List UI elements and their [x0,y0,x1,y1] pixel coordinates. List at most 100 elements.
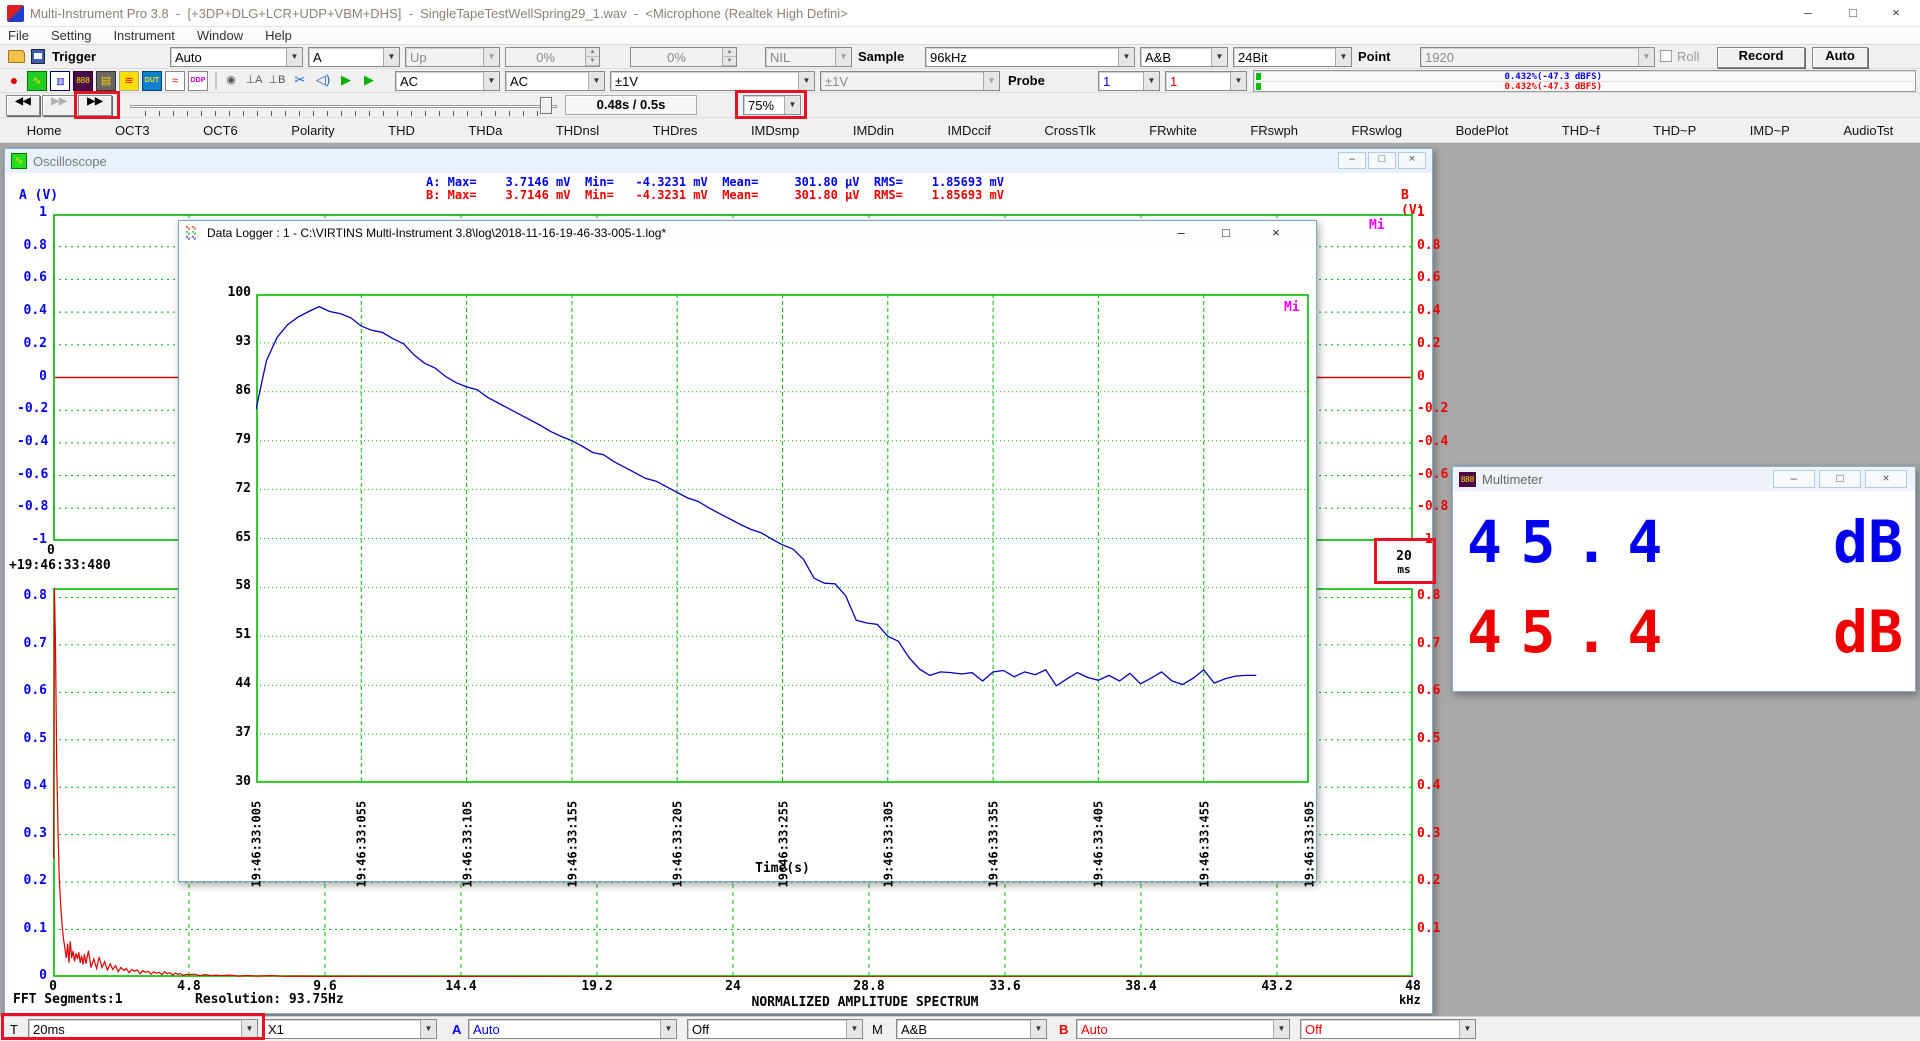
oscilloscope-icon[interactable]: ∿ [27,71,47,91]
a-range-select[interactable]: Auto▼ [468,1019,677,1039]
close-button[interactable]: × [1874,0,1918,26]
toolbar-playback: ◀◀ ▶▶ ▶▶ 0.48s / 0.5s 75%▼ [0,93,1920,118]
sampling-channels-select[interactable]: A&B▼ [1140,47,1228,67]
waveform-ytick-a: 0.6 [17,271,47,285]
forward-button: ▶▶ [42,95,76,116]
tab-oct3[interactable]: OCT3 [109,121,156,140]
menu-item-window[interactable]: Window [197,28,243,43]
play-icon[interactable]: ▶ [336,71,356,91]
multiplier-select[interactable]: X1▼ [263,1019,437,1039]
record-button[interactable]: Record [1717,47,1805,68]
waveform-x-zero-label: 0 [47,543,55,558]
data-logger-plot[interactable] [256,294,1309,783]
tab-imdsmp[interactable]: IMDsmp [745,121,805,140]
multimeter-icon[interactable]: 888 [73,71,93,91]
probe-calibration-icon[interactable]: ◉ [221,71,241,91]
waveform-ytick-a: -0.8 [17,500,47,514]
roll-label: Roll [1677,49,1699,64]
b-range-select[interactable]: Auto▼ [1076,1019,1290,1039]
marker-a-icon[interactable]: ⊥A [244,71,264,91]
tab-thd~p[interactable]: THD~P [1647,121,1702,140]
close-button[interactable]: × [1261,225,1291,240]
ddp-viewer-icon[interactable]: DDP [188,71,208,91]
spectrum-xtick: 38.4 [1117,980,1165,994]
separator [215,72,217,90]
data-logger-xtick: 19:46:33:255 [776,788,789,888]
auto-button[interactable]: Auto [1812,47,1868,68]
m-channels-select[interactable]: A&B▼ [896,1019,1047,1039]
probe-a-select[interactable]: 1▼ [1098,71,1160,91]
tab-bodeplot[interactable]: BodePlot [1450,121,1515,140]
minimize-button[interactable]: – [1786,0,1830,26]
tab-oct6[interactable]: OCT6 [197,121,244,140]
chevron-down-icon: ▼ [1335,48,1351,66]
save-icon[interactable] [31,49,45,64]
maximize-button[interactable]: □ [1819,470,1861,488]
coupling-a-select[interactable]: AC▼ [395,71,500,91]
tab-thdres[interactable]: THDres [647,121,704,140]
oscilloscope-icon: ∿ [11,153,27,169]
close-button[interactable]: × [1865,470,1907,488]
sound-output-icon[interactable]: ◁) [313,71,333,91]
minimize-button[interactable]: – [1166,225,1196,240]
cut-icon[interactable]: ✂ [290,71,310,91]
spectrum-analyzer-icon[interactable]: ▥ [50,71,70,91]
menu-item-instrument[interactable]: Instrument [113,28,174,43]
position-slider-track[interactable] [130,105,557,108]
tab-frswlog[interactable]: FRswlog [1346,121,1409,140]
data-logger-xtick: 19:46:33:105 [460,788,473,888]
a-function-select[interactable]: Off▼ [687,1019,863,1039]
tab-imddin[interactable]: IMDdin [847,121,900,140]
tab-thd~f[interactable]: THD~f [1556,121,1606,140]
tab-frswph[interactable]: FRswph [1244,121,1304,140]
maximize-button[interactable]: □ [1368,152,1396,169]
tab-frwhite[interactable]: FRwhite [1143,121,1203,140]
spectrum-ytick-left: 0.1 [17,922,47,936]
range-a-select[interactable]: ±1V▼ [610,71,815,91]
oscilloscope-title-bar[interactable]: ∿ Oscilloscope – □ × [5,149,1432,173]
maximize-button[interactable]: □ [1831,0,1875,26]
minimize-button[interactable]: – [1773,470,1815,488]
sampling-rate-select[interactable]: 96kHz▼ [925,47,1135,67]
spectrum-3d-plot-icon[interactable]: ▤ [96,71,116,91]
tab-imdccif[interactable]: IMDccif [942,121,997,140]
minimize-button[interactable]: – [1338,152,1366,169]
coupling-b-select[interactable]: AC▼ [505,71,605,91]
menu-item-help[interactable]: Help [265,28,292,43]
dut-icon[interactable]: DUT [142,71,162,91]
level-readout-b: 0.432%(-47.3 dBFS) [1504,82,1602,92]
play-loop-icon[interactable]: ▶ [359,71,379,91]
open-file-icon[interactable] [8,50,25,63]
menu-item-file[interactable]: File [8,28,29,43]
sampling-bits-select[interactable]: 24Bit▼ [1233,47,1352,67]
data-logger-title-bar[interactable]: ∿∿∿∿∿∿ Data Logger : 1 - C:\VIRTINS Mult… [179,221,1316,245]
multimeter-title-bar[interactable]: 888 Multimeter – □ × [1453,467,1915,491]
menu-item-setting[interactable]: Setting [51,28,91,43]
multimeter-reading-a: 45.4dB [1467,499,1903,585]
tab-imd~p[interactable]: IMD~P [1744,121,1796,140]
marker-b-icon[interactable]: ⊥B [267,71,287,91]
tab-polarity[interactable]: Polarity [285,121,340,140]
maximize-button[interactable]: □ [1211,225,1241,240]
tab-thd[interactable]: THD [382,121,421,140]
data-logger-xtick: 19:46:33:505 [1303,788,1316,888]
data-logger-ytick: 100 [221,286,251,300]
trigger-source-select[interactable]: A▼ [308,47,400,67]
tab-thdnsl[interactable]: THDnsl [550,121,605,140]
tab-audiotst[interactable]: AudioTst [1837,121,1899,140]
title-bar: Multi-Instrument Pro 3.8 - [+3DP+DLG+LCR… [0,0,1920,27]
position-slider-thumb[interactable] [540,97,552,114]
tab-home[interactable]: Home [21,121,68,140]
derived-data-icon[interactable]: ≈ [165,71,185,91]
trigger-delay-spinner: 0%▲▼ [630,47,737,67]
annotation-box-zoom-level [735,90,807,119]
rewind-button[interactable]: ◀◀ [6,95,40,116]
trigger-mode-select[interactable]: Auto▼ [170,47,303,67]
tab-thda[interactable]: THDa [462,121,508,140]
data-logger-icon[interactable]: ≋ [119,71,139,91]
record-icon[interactable]: ● [4,71,24,91]
probe-b-select[interactable]: 1▼ [1165,71,1247,91]
b-function-select[interactable]: Off▼ [1300,1019,1476,1039]
close-button[interactable]: × [1398,152,1426,169]
tab-crosstlk[interactable]: CrossTlk [1038,121,1101,140]
